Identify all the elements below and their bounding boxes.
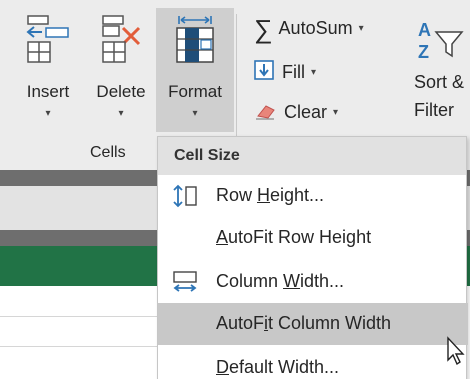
cells-group-label: Cells: [90, 144, 126, 161]
column-width-icon: [172, 270, 200, 299]
fill-down-icon: [254, 60, 274, 85]
menu-item-label: AutoFit Row Height: [216, 227, 372, 247]
row-height-icon: [172, 184, 200, 213]
format-cells-icon: [171, 14, 219, 73]
menu-item-autofit-column-width[interactable]: AutoFit Column Width: [158, 303, 468, 345]
mouse-cursor-icon: [446, 336, 466, 371]
sort-filter-label-line1: Sort &: [414, 72, 465, 92]
format-dropdown-arrow[interactable]: ▾: [156, 108, 234, 119]
insert-label: Insert: [26, 82, 70, 101]
menu-item-default-width[interactable]: Default Width...: [158, 347, 468, 379]
svg-text:A: A: [418, 20, 431, 40]
menu-section-header: Cell Size: [158, 137, 466, 175]
delete-button[interactable]: Delete ▾: [86, 8, 156, 132]
menu-item-label: Default Width...: [216, 357, 340, 377]
autosum-label: AutoSum: [278, 18, 353, 38]
insert-button[interactable]: Insert ▾: [8, 8, 88, 132]
insert-dropdown-arrow[interactable]: ▾: [8, 108, 88, 119]
delete-dropdown-arrow[interactable]: ▾: [86, 108, 156, 119]
menu-item-label: Row Height...: [216, 185, 325, 205]
fill-label: Fill: [282, 62, 305, 82]
clear-button[interactable]: Clear ▾: [254, 100, 338, 125]
sigma-icon: ∑: [254, 13, 273, 44]
sort-filter-label-line2: Filter: [414, 100, 454, 120]
clear-dropdown-arrow[interactable]: ▾: [333, 107, 338, 118]
sheet-gridline: [0, 316, 160, 317]
menu-item-autofit-row-height[interactable]: AutoFit Row Height: [158, 217, 468, 259]
menu-item-label: AutoFit Column Width: [216, 313, 392, 333]
insert-cells-icon: [24, 14, 72, 71]
fill-button[interactable]: Fill ▾: [254, 60, 316, 85]
format-dropdown-menu: Cell Size Row Height... AutoFit Row Heig…: [157, 136, 468, 379]
format-button[interactable]: Format ▾: [156, 8, 234, 132]
delete-label: Delete: [96, 82, 146, 101]
menu-item-column-width[interactable]: Column Width...: [158, 261, 468, 303]
autosum-button[interactable]: ∑ AutoSum ▾: [254, 13, 364, 44]
menu-item-row-height[interactable]: Row Height...: [158, 175, 468, 217]
clear-label: Clear: [284, 102, 328, 122]
svg-text:Z: Z: [418, 42, 429, 62]
sort-filter-button[interactable]: A Z Sort & Filter: [414, 18, 470, 124]
autosum-dropdown-arrow[interactable]: ▾: [359, 23, 364, 34]
sheet-gridline: [0, 346, 160, 347]
eraser-icon: [254, 100, 276, 125]
menu-item-label: Column Width...: [216, 271, 345, 291]
fill-dropdown-arrow[interactable]: ▾: [311, 67, 316, 78]
delete-cells-icon: [97, 14, 145, 71]
format-label: Format: [168, 82, 222, 101]
sort-filter-icon: A Z: [414, 18, 470, 68]
